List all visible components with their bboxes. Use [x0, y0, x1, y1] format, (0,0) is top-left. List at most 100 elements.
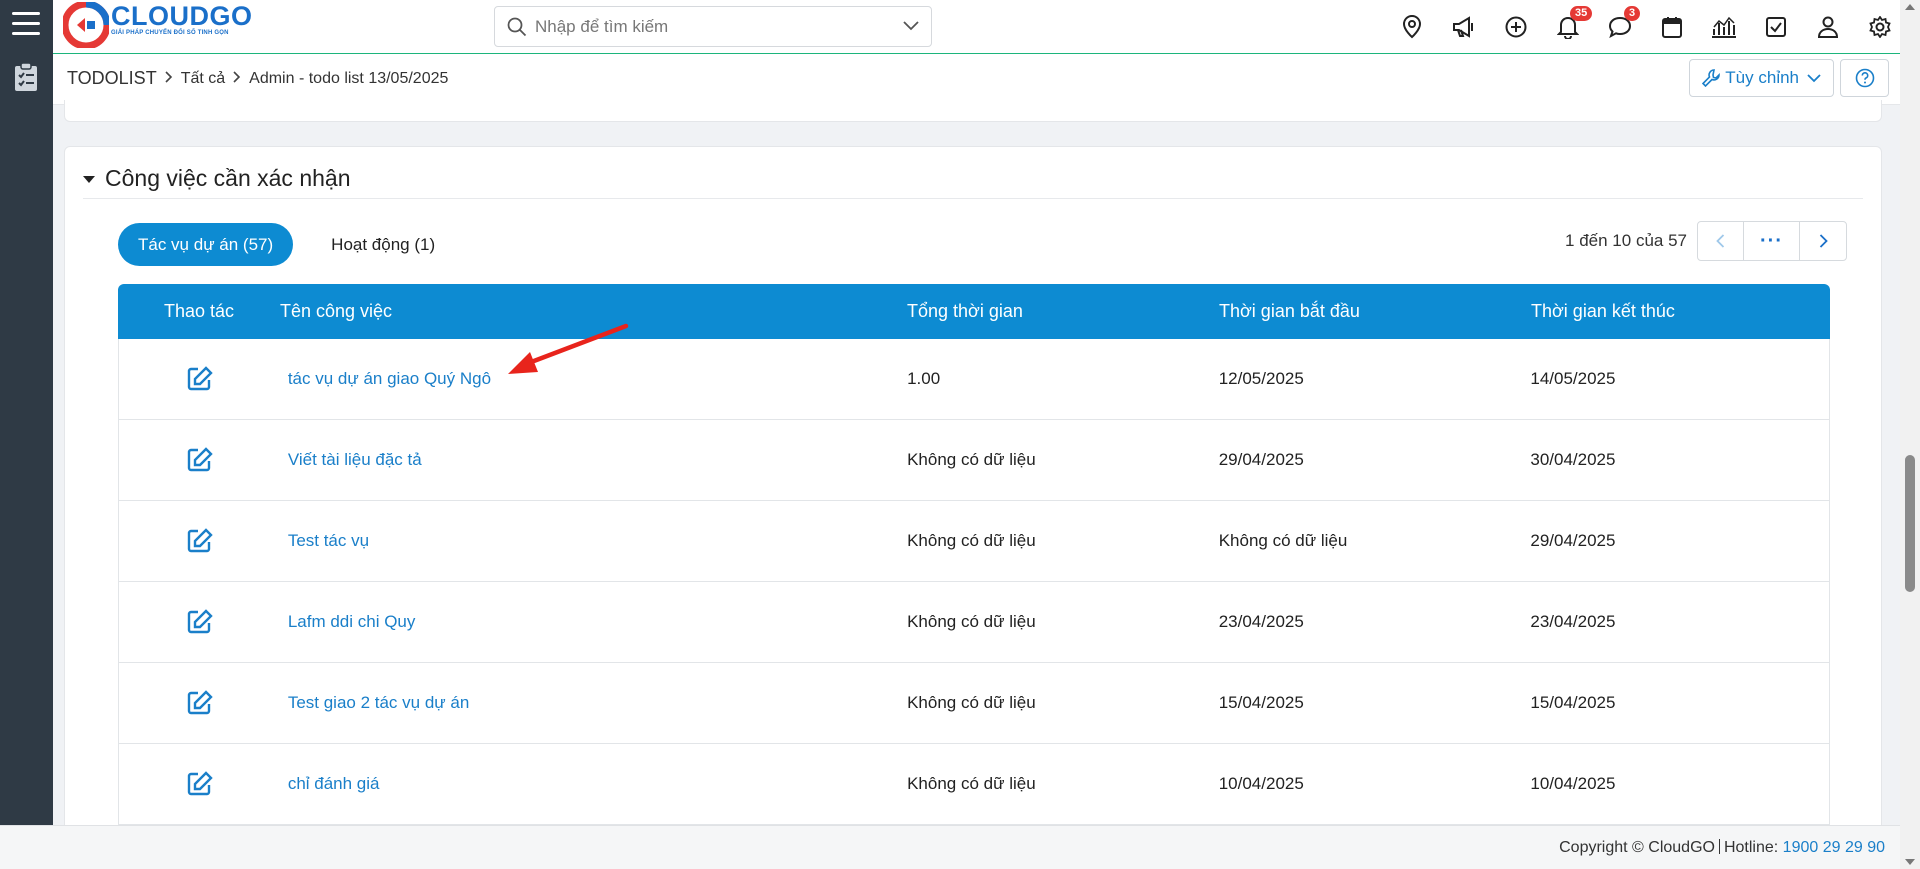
previous-panel-edge	[64, 100, 1882, 122]
table-row: tác vụ dự án giao Quý Ngô 1.00 12/05/202…	[118, 339, 1830, 420]
left-rail	[0, 0, 53, 825]
scrollbar-thumb[interactable]	[1905, 455, 1915, 592]
chevron-left-icon	[1716, 234, 1725, 248]
tasks-table: Thao tác Tên công việc Tổng thời gian Th…	[118, 284, 1830, 825]
location-pin-icon[interactable]	[1386, 0, 1438, 54]
breadcrumb-bar: TODOLIST Tất cả Admin - todo list 13/05/…	[53, 54, 1900, 105]
panel-title: Công việc cần xác nhận	[105, 165, 351, 191]
task-name-link[interactable]: Lafm ddi chi Quy	[281, 612, 907, 632]
help-button[interactable]	[1840, 59, 1889, 97]
megaphone-icon[interactable]	[1438, 0, 1490, 54]
task-total-time: Không có dữ liệu	[907, 774, 1036, 793]
more-pages-button[interactable]: ···	[1744, 222, 1800, 260]
task-start-time: Không có dữ liệu	[1218, 531, 1348, 550]
task-total-time: 1.00	[907, 369, 941, 388]
task-start-time: 10/04/2025	[1218, 774, 1304, 793]
gear-icon[interactable]	[1854, 0, 1906, 54]
footer-hotline[interactable]: 1900 29 29 90	[1783, 839, 1885, 856]
breadcrumb-level1[interactable]: Tất cả	[181, 70, 225, 88]
task-total-time: Không có dữ liệu	[907, 531, 1036, 550]
annotation-arrow-icon	[508, 323, 629, 374]
chevron-right-icon	[1819, 234, 1828, 248]
table-row: Viết tài liệu đặc tả Không có dữ liệu 29…	[118, 420, 1830, 501]
table-row: chỉ đánh giá Không có dữ liệu 10/04/2025…	[118, 744, 1830, 825]
plus-circle-icon[interactable]	[1490, 0, 1542, 54]
question-circle-icon	[1855, 68, 1874, 88]
task-name-link[interactable]: Test giao 2 tác vụ dự án	[281, 693, 907, 713]
chevron-down-icon[interactable]	[903, 21, 919, 31]
calendar-icon[interactable]	[1646, 0, 1698, 54]
top-bar: CLOUDGO GIẢI PHÁP CHUYỂN ĐỔI SỐ TINH GỌN…	[53, 0, 1920, 54]
task-start-time: 29/04/2025	[1218, 450, 1304, 469]
chevron-right-icon	[233, 70, 241, 88]
pagination: 1 đến 10 của 57 ···	[1565, 221, 1847, 261]
pagination-info: 1 đến 10 của 57	[1565, 231, 1687, 250]
tab-activities[interactable]: Hoạt động (1)	[311, 223, 455, 266]
footer-hotline-label: Hotline:	[1723, 839, 1779, 856]
task-total-time: Không có dữ liệu	[907, 612, 1036, 631]
wrench-icon	[1702, 69, 1721, 87]
panel-header[interactable]: Công việc cần xác nhận	[83, 159, 1863, 199]
top-icon-bar: 35 3	[1386, 0, 1906, 54]
breadcrumb-level2: Admin - todo list 13/05/2025	[249, 69, 449, 87]
edit-icon[interactable]	[187, 366, 213, 392]
task-name-link[interactable]: chỉ đánh giá	[281, 774, 907, 794]
task-end-time: 30/04/2025	[1530, 450, 1616, 469]
search-box[interactable]	[494, 6, 932, 47]
cloudgo-logo[interactable]: CLOUDGO GIẢI PHÁP CHUYỂN ĐỔI SỐ TINH GỌN	[63, 2, 253, 48]
chart-icon[interactable]	[1698, 0, 1750, 54]
task-start-time: 23/04/2025	[1218, 612, 1304, 631]
edit-icon[interactable]	[187, 771, 213, 797]
edit-icon[interactable]	[187, 690, 213, 716]
footer-text: Copyright © CloudGO Hotline: 1900 29 29 9…	[1559, 839, 1885, 857]
task-total-time: Không có dữ liệu	[907, 693, 1036, 712]
footer: Copyright © CloudGO Hotline: 1900 29 29 9…	[0, 825, 1900, 869]
search-input[interactable]	[535, 15, 875, 39]
toolbar-buttons: Tùy chỉnh	[1689, 59, 1889, 97]
chevron-down-icon	[1807, 73, 1821, 82]
clipboard-check-icon[interactable]	[13, 62, 39, 97]
breadcrumb-root[interactable]: TODOLIST	[67, 68, 157, 89]
edit-icon[interactable]	[187, 528, 213, 554]
scroll-down-icon[interactable]	[1905, 859, 1915, 865]
task-name-link[interactable]: Test tác vụ	[281, 531, 907, 551]
chevron-right-icon	[165, 70, 173, 88]
header-task-name[interactable]: Tên công việc	[280, 301, 907, 322]
checkbox-icon[interactable]	[1750, 0, 1802, 54]
header-start-time[interactable]: Thời gian bắt đầu	[1219, 301, 1531, 322]
customize-button[interactable]: Tùy chỉnh	[1689, 59, 1834, 97]
customize-label: Tùy chỉnh	[1725, 68, 1799, 87]
table-row: Test giao 2 tác vụ dự án Không có dữ liệ…	[118, 663, 1830, 744]
task-end-time: 15/04/2025	[1530, 693, 1616, 712]
chat-icon[interactable]: 3	[1594, 0, 1646, 54]
search-icon	[507, 17, 527, 37]
breadcrumb: TODOLIST Tất cả Admin - todo list 13/05/…	[67, 68, 448, 89]
caret-down-icon[interactable]	[83, 176, 95, 183]
table-row: Test tác vụ Không có dữ liệu Không có dữ…	[118, 501, 1830, 582]
task-end-time: 29/04/2025	[1530, 531, 1616, 550]
prev-page-button[interactable]	[1698, 222, 1744, 260]
task-name-link[interactable]: Viết tài liệu đặc tả	[281, 450, 907, 470]
task-end-time: 14/05/2025	[1530, 369, 1616, 388]
edit-icon[interactable]	[187, 447, 213, 473]
bell-icon[interactable]: 35	[1542, 0, 1594, 54]
header-total-time[interactable]: Tổng thời gian	[907, 301, 1219, 322]
user-icon[interactable]	[1802, 0, 1854, 54]
tab-project-tasks[interactable]: Tác vụ dự án (57)	[118, 223, 294, 266]
edit-icon[interactable]	[187, 609, 213, 635]
task-end-time: 23/04/2025	[1530, 612, 1616, 631]
page-scrollbar[interactable]	[1900, 0, 1920, 869]
hamburger-menu-icon[interactable]	[12, 12, 40, 36]
messages-badge: 3	[1624, 6, 1641, 21]
footer-copyright: Copyright © CloudGO	[1559, 839, 1715, 856]
pagination-controls: ···	[1697, 221, 1847, 261]
cloudgo-logo-icon	[63, 2, 109, 48]
scroll-up-icon[interactable]	[1905, 4, 1915, 10]
task-total-time: Không có dữ liệu	[907, 450, 1036, 469]
task-end-time: 10/04/2025	[1530, 774, 1616, 793]
tab-bar: Tác vụ dự án (57) Hoạt động (1)	[118, 223, 455, 266]
notifications-badge: 35	[1570, 6, 1593, 21]
next-page-button[interactable]	[1800, 222, 1846, 260]
table-header: Thao tác Tên công việc Tổng thời gian Th…	[118, 284, 1830, 339]
header-end-time[interactable]: Thời gian kết thúc	[1531, 301, 1830, 322]
